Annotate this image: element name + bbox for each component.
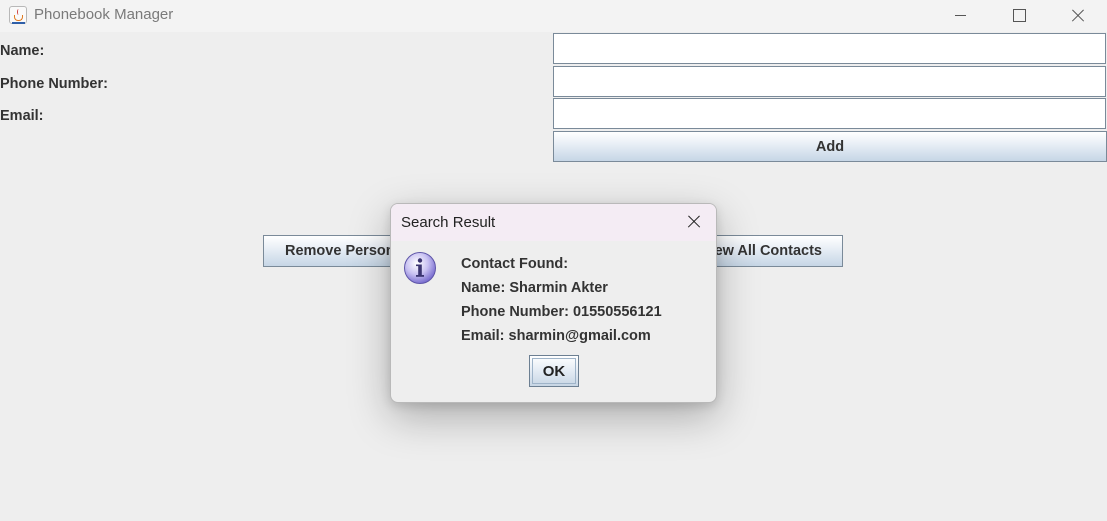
phone-number-field[interactable]	[553, 66, 1106, 97]
email-field[interactable]	[553, 98, 1106, 129]
dialog-title: Search Result	[401, 214, 496, 231]
dialog-message-heading: Contact Found:	[461, 256, 569, 272]
java-cup-icon	[9, 6, 27, 24]
ok-button[interactable]: OK	[529, 355, 579, 387]
phone-number-label: Phone Number:	[0, 76, 108, 92]
search-result-dialog: Search Result Contact Found: Name: Sharm…	[390, 203, 717, 403]
window-titlebar: Phonebook Manager	[0, 0, 1107, 32]
email-label: Email:	[0, 108, 44, 124]
window-title: Phonebook Manager	[34, 6, 174, 23]
dialog-message-email: Email: sharmin@gmail.com	[461, 328, 651, 344]
add-button[interactable]: Add	[553, 131, 1107, 162]
maximize-icon[interactable]	[989, 0, 1047, 32]
minimize-icon[interactable]	[931, 0, 989, 32]
name-field[interactable]	[553, 33, 1106, 64]
remove-person-button[interactable]: Remove Person	[263, 235, 393, 267]
dialog-message-phone: Phone Number: 01550556121	[461, 304, 662, 320]
view-all-contacts-button[interactable]: View All Contacts	[710, 235, 843, 267]
dialog-close-icon[interactable]	[672, 204, 716, 241]
dialog-titlebar: Search Result	[391, 204, 716, 241]
close-icon[interactable]	[1048, 0, 1106, 32]
info-icon	[404, 252, 436, 284]
dialog-message-name: Name: Sharmin Akter	[461, 280, 608, 296]
name-label: Name:	[0, 43, 45, 59]
